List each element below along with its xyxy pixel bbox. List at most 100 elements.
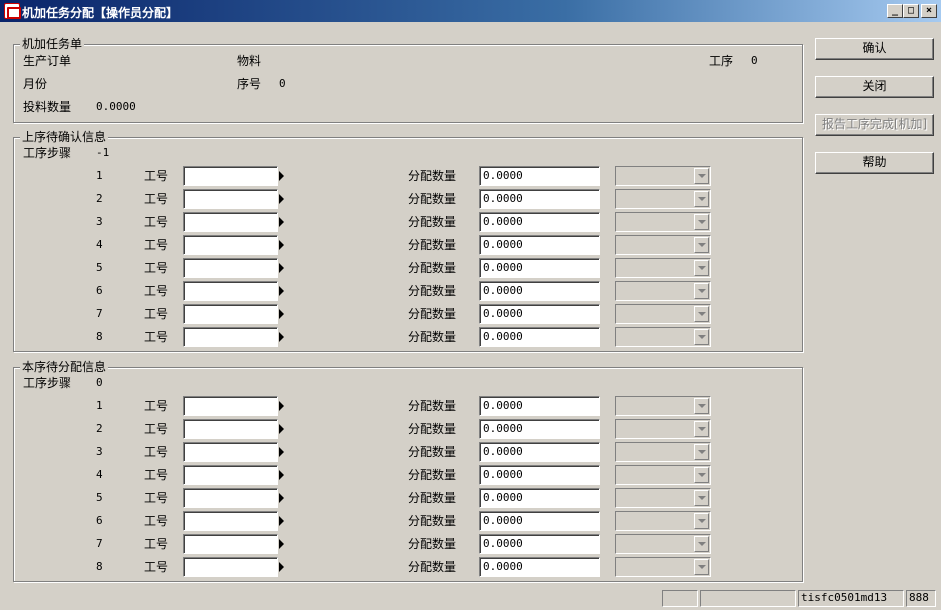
assign-select[interactable]	[615, 419, 711, 439]
qty-input[interactable]: 0.0000	[479, 327, 600, 347]
assign-select[interactable]	[615, 281, 711, 301]
assign-select[interactable]	[615, 258, 711, 278]
assign-select[interactable]	[615, 534, 711, 554]
assign-select[interactable]	[615, 557, 711, 577]
chevron-down-icon[interactable]	[694, 214, 709, 230]
employee-input[interactable]	[183, 189, 278, 209]
qty-label: 分配数量	[408, 560, 457, 574]
qty-label: 分配数量	[408, 238, 457, 252]
employee-input[interactable]	[183, 166, 278, 186]
report-complete-button[interactable]: 报告工序完成[机加]	[815, 114, 934, 136]
help-button[interactable]: 帮助	[815, 152, 934, 174]
employee-input[interactable]	[183, 442, 278, 462]
current-step-label: 工序步骤	[23, 376, 72, 390]
row-number: 3	[96, 215, 103, 228]
qty-input[interactable]: 0.0000	[479, 557, 600, 577]
chevron-down-icon[interactable]	[694, 168, 709, 184]
chevron-down-icon[interactable]	[694, 260, 709, 276]
assign-select[interactable]	[615, 166, 711, 186]
maximize-button[interactable]: □	[903, 4, 919, 18]
employee-input[interactable]	[183, 396, 278, 416]
chevron-down-icon[interactable]	[694, 513, 709, 529]
assign-select[interactable]	[615, 304, 711, 324]
close-window-button[interactable]: ×	[921, 4, 937, 18]
chevron-down-icon[interactable]	[694, 191, 709, 207]
assign-select[interactable]	[615, 212, 711, 232]
qty-label: 分配数量	[408, 491, 457, 505]
app-icon	[4, 3, 21, 19]
employee-input[interactable]	[183, 488, 278, 508]
qty-label: 投料数量	[23, 100, 72, 114]
qty-input[interactable]: 0.0000	[479, 488, 600, 508]
employee-label: 工号	[144, 514, 169, 528]
chevron-down-icon[interactable]	[694, 398, 709, 414]
chevron-down-icon[interactable]	[694, 237, 709, 253]
assign-select[interactable]	[615, 396, 711, 416]
employee-input[interactable]	[183, 511, 278, 531]
assign-select[interactable]	[615, 511, 711, 531]
triangle-right-icon	[279, 240, 284, 250]
employee-input[interactable]	[183, 235, 278, 255]
employee-input[interactable]	[183, 327, 278, 347]
qty-input[interactable]: 0.0000	[479, 258, 600, 278]
qty-label: 分配数量	[408, 284, 457, 298]
qty-input[interactable]: 0.0000	[479, 442, 600, 462]
employee-input[interactable]	[183, 419, 278, 439]
triangle-right-icon	[279, 217, 284, 227]
assign-select[interactable]	[615, 327, 711, 347]
chevron-down-icon[interactable]	[694, 490, 709, 506]
chevron-down-icon[interactable]	[694, 444, 709, 460]
qty-input[interactable]: 0.0000	[479, 166, 600, 186]
qty-input[interactable]: 0.0000	[479, 235, 600, 255]
triangle-right-icon	[279, 470, 284, 480]
row-number: 4	[96, 468, 103, 481]
assign-select[interactable]	[615, 189, 711, 209]
qty-label: 分配数量	[408, 261, 457, 275]
qty-input[interactable]: 0.0000	[479, 419, 600, 439]
triangle-right-icon	[279, 516, 284, 526]
employee-input[interactable]	[183, 465, 278, 485]
qty-value: 0.0000	[96, 100, 136, 113]
row-number: 2	[96, 422, 103, 435]
qty-input[interactable]: 0.0000	[479, 304, 600, 324]
employee-input[interactable]	[183, 258, 278, 278]
close-button[interactable]: 关闭	[815, 76, 934, 98]
qty-input[interactable]: 0.0000	[479, 511, 600, 531]
row-number: 5	[96, 491, 103, 504]
assign-select[interactable]	[615, 465, 711, 485]
employee-label: 工号	[144, 399, 169, 413]
qty-input[interactable]: 0.0000	[479, 281, 600, 301]
seq-value: 0	[279, 77, 286, 90]
employee-input[interactable]	[183, 212, 278, 232]
chevron-down-icon[interactable]	[694, 283, 709, 299]
assign-select[interactable]	[615, 235, 711, 255]
assign-select[interactable]	[615, 442, 711, 462]
employee-input[interactable]	[183, 304, 278, 324]
chevron-down-icon[interactable]	[694, 421, 709, 437]
employee-label: 工号	[144, 445, 169, 459]
status-code: 888	[906, 590, 936, 607]
chevron-down-icon[interactable]	[694, 559, 709, 575]
employee-label: 工号	[144, 560, 169, 574]
status-cell-2	[700, 590, 796, 607]
qty-input[interactable]: 0.0000	[479, 189, 600, 209]
qty-input[interactable]: 0.0000	[479, 534, 600, 554]
triangle-right-icon	[279, 194, 284, 204]
employee-input[interactable]	[183, 534, 278, 554]
qty-input[interactable]: 0.0000	[479, 396, 600, 416]
chevron-down-icon[interactable]	[694, 306, 709, 322]
confirm-button[interactable]: 确认	[815, 38, 934, 60]
assign-select[interactable]	[615, 488, 711, 508]
employee-label: 工号	[144, 307, 169, 321]
triangle-right-icon	[279, 332, 284, 342]
chevron-down-icon[interactable]	[694, 329, 709, 345]
employee-label: 工号	[144, 491, 169, 505]
qty-input[interactable]: 0.0000	[479, 212, 600, 232]
row-number: 2	[96, 192, 103, 205]
chevron-down-icon[interactable]	[694, 536, 709, 552]
qty-input[interactable]: 0.0000	[479, 465, 600, 485]
employee-input[interactable]	[183, 281, 278, 301]
employee-input[interactable]	[183, 557, 278, 577]
chevron-down-icon[interactable]	[694, 467, 709, 483]
minimize-button[interactable]: _	[887, 4, 903, 18]
